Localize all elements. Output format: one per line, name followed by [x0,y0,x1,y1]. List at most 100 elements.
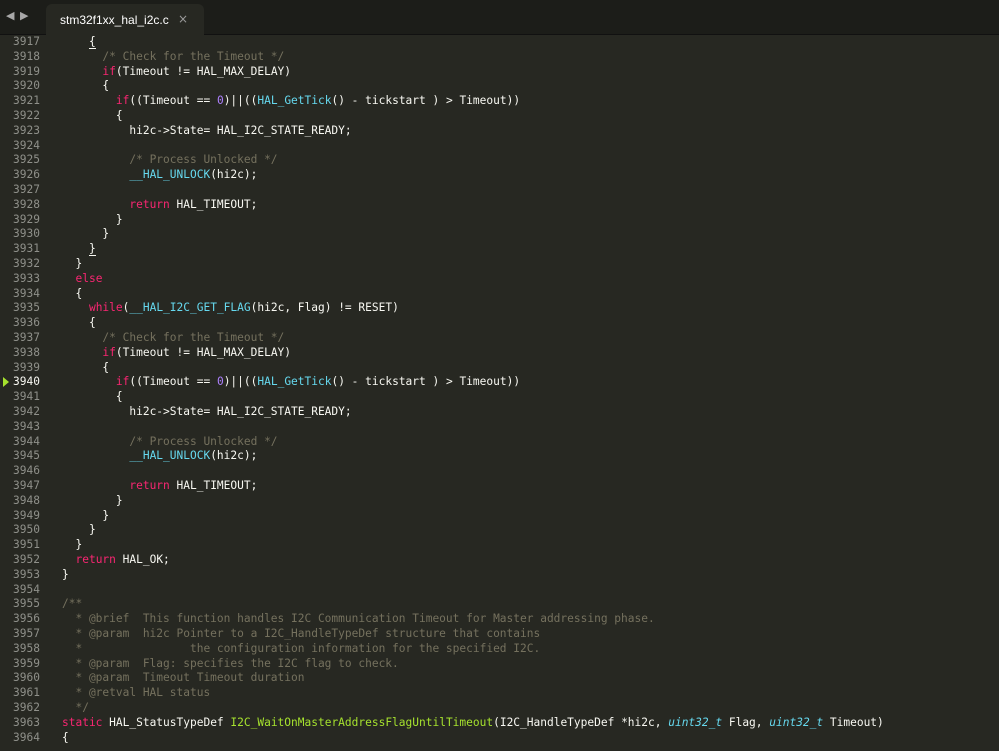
code-content[interactable]: hi2c->State= HAL_I2C_STATE_READY; [62,405,351,420]
code-content[interactable]: while(__HAL_I2C_GET_FLAG(hi2c, Flag) != … [62,301,399,316]
code-line[interactable]: 3949 } [0,509,999,524]
code-content[interactable]: { [62,287,82,302]
code-line[interactable]: 3955 /** [0,597,999,612]
code-content[interactable]: return HAL_OK; [62,553,169,568]
tab-title[interactable]: stm32f1xx_hal_i2c.c [60,13,169,27]
code-line[interactable]: 3926 __HAL_UNLOCK(hi2c); [0,168,999,183]
code-content[interactable]: { [62,361,109,376]
line-number: 3919 [13,64,40,78]
code-line[interactable]: 3938 if(Timeout != HAL_MAX_DELAY) [0,346,999,361]
code-content[interactable]: */ [62,701,88,716]
code-line[interactable]: 3928 return HAL_TIMEOUT; [0,198,999,213]
code-content[interactable]: } [62,494,123,509]
code-content[interactable]: /* Process Unlocked */ [62,435,277,450]
code-line[interactable]: 3935 while(__HAL_I2C_GET_FLAG(hi2c, Flag… [0,301,999,316]
code-line[interactable]: 3954 [0,583,999,598]
code-line[interactable]: 3939 { [0,361,999,376]
code-line[interactable]: 3932 } [0,257,999,272]
code-content[interactable]: { [62,731,69,746]
code-content[interactable]: if((Timeout == 0)||((HAL_GetTick() - tic… [62,94,520,109]
code-content[interactable]: { [62,35,96,50]
code-line[interactable]: 3960 * @param Timeout Timeout duration [0,671,999,686]
code-line[interactable]: 3953} [0,568,999,583]
code-line[interactable]: 3930 } [0,227,999,242]
code-content[interactable]: { [62,109,123,124]
code-line[interactable]: 3943 [0,420,999,435]
code-line[interactable]: 3961 * @retval HAL status [0,686,999,701]
code-editor[interactable]: 3917 {3918 /* Check for the Timeout */39… [0,35,999,751]
code-content[interactable]: __HAL_UNLOCK(hi2c); [62,168,257,183]
code-line[interactable]: 3957 * @param hi2c Pointer to a I2C_Hand… [0,627,999,642]
code-content[interactable]: __HAL_UNLOCK(hi2c); [62,449,257,464]
code-content[interactable]: } [62,213,123,228]
code-content[interactable]: * @param Flag: specifies the I2C flag to… [62,657,398,672]
code-content[interactable]: if((Timeout == 0)||((HAL_GetTick() - tic… [62,375,520,390]
code-line[interactable]: 3948 } [0,494,999,509]
code-content[interactable]: /* Check for the Timeout */ [62,331,284,346]
code-content[interactable]: else [62,272,102,287]
code-content[interactable]: hi2c->State= HAL_I2C_STATE_READY; [62,124,351,139]
arrow-right-icon[interactable]: ▶ [20,9,34,22]
code-content[interactable]: * @brief This function handles I2C Commu… [62,612,654,627]
code-line[interactable]: 3931 } [0,242,999,257]
code-line[interactable]: 3936 { [0,316,999,331]
code-line[interactable]: 3937 /* Check for the Timeout */ [0,331,999,346]
code-line[interactable]: 3963 static HAL_StatusTypeDef I2C_WaitOnM… [0,716,999,731]
code-content[interactable]: } [62,257,82,272]
code-line[interactable]: 3946 [0,464,999,479]
code-line[interactable]: 3925 /* Process Unlocked */ [0,153,999,168]
code-content[interactable]: } [62,568,69,583]
code-content[interactable]: * @param hi2c Pointer to a I2C_HandleTyp… [62,627,540,642]
code-content[interactable]: } [62,523,96,538]
code-content[interactable]: /* Check for the Timeout */ [62,50,284,65]
code-content[interactable]: * the configuration information for the … [62,642,540,657]
close-icon[interactable]: × [178,12,188,26]
code-content[interactable]: } [62,538,82,553]
code-line[interactable]: 3952 return HAL_OK; [0,553,999,568]
code-content[interactable]: /** [62,597,82,612]
code-content[interactable]: * @param Timeout Timeout duration [62,671,304,686]
code-line[interactable]: 3918 /* Check for the Timeout */ [0,50,999,65]
code-line[interactable]: 3919 if(Timeout != HAL_MAX_DELAY) [0,65,999,80]
code-content[interactable]: /* Process Unlocked */ [62,153,277,168]
code-line[interactable]: 3920 { [0,79,999,94]
code-content[interactable]: { [62,316,96,331]
code-content[interactable]: } [62,509,109,524]
code-content[interactable]: { [62,79,109,94]
code-line[interactable]: 3940 if((Timeout == 0)||((HAL_GetTick() … [0,375,999,390]
code-line[interactable]: 3933 else [0,272,999,287]
code-line[interactable]: 3922 { [0,109,999,124]
code-line[interactable]: 3923 hi2c->State= HAL_I2C_STATE_READY; [0,124,999,139]
code-content[interactable]: { [62,390,123,405]
code-line[interactable]: 3924 [0,139,999,154]
code-content[interactable]: if(Timeout != HAL_MAX_DELAY) [62,346,291,361]
code-line[interactable]: 3942 hi2c->State= HAL_I2C_STATE_READY; [0,405,999,420]
arrow-left-icon[interactable]: ◀ [6,9,20,22]
code-line[interactable]: 3917 { [0,35,999,50]
code-line[interactable]: 3956 * @brief This function handles I2C … [0,612,999,627]
code-line[interactable]: 3958 * the configuration information for… [0,642,999,657]
code-line[interactable]: 3950 } [0,523,999,538]
code-content[interactable]: * @retval HAL status [62,686,210,701]
code-line[interactable]: 3944 /* Process Unlocked */ [0,435,999,450]
code-line[interactable]: 3951 } [0,538,999,553]
code-content[interactable]: static HAL_StatusTypeDef I2C_WaitOnMaste… [62,716,884,731]
code-text: ((Timeout == [129,375,217,389]
line-number: 3937 [13,331,40,344]
code-line[interactable]: 3959 * @param Flag: specifies the I2C fl… [0,657,999,672]
code-line[interactable]: 3929 } [0,213,999,228]
code-line[interactable]: 3921 if((Timeout == 0)||((HAL_GetTick() … [0,94,999,109]
code-content[interactable]: } [62,242,96,257]
code-line[interactable]: 3964 { [0,731,999,746]
code-line[interactable]: 3962 */ [0,701,999,716]
code-content[interactable]: } [62,227,109,242]
code-content[interactable]: return HAL_TIMEOUT; [62,479,257,494]
code-line[interactable]: 3934 { [0,287,999,302]
code-content[interactable]: if(Timeout != HAL_MAX_DELAY) [62,65,291,80]
code-content[interactable]: return HAL_TIMEOUT; [62,198,257,213]
code-line[interactable]: 3927 [0,183,999,198]
tab-file[interactable]: stm32f1xx_hal_i2c.c × [46,4,204,35]
code-line[interactable]: 3941 { [0,390,999,405]
code-line[interactable]: 3945 __HAL_UNLOCK(hi2c); [0,449,999,464]
code-line[interactable]: 3947 return HAL_TIMEOUT; [0,479,999,494]
